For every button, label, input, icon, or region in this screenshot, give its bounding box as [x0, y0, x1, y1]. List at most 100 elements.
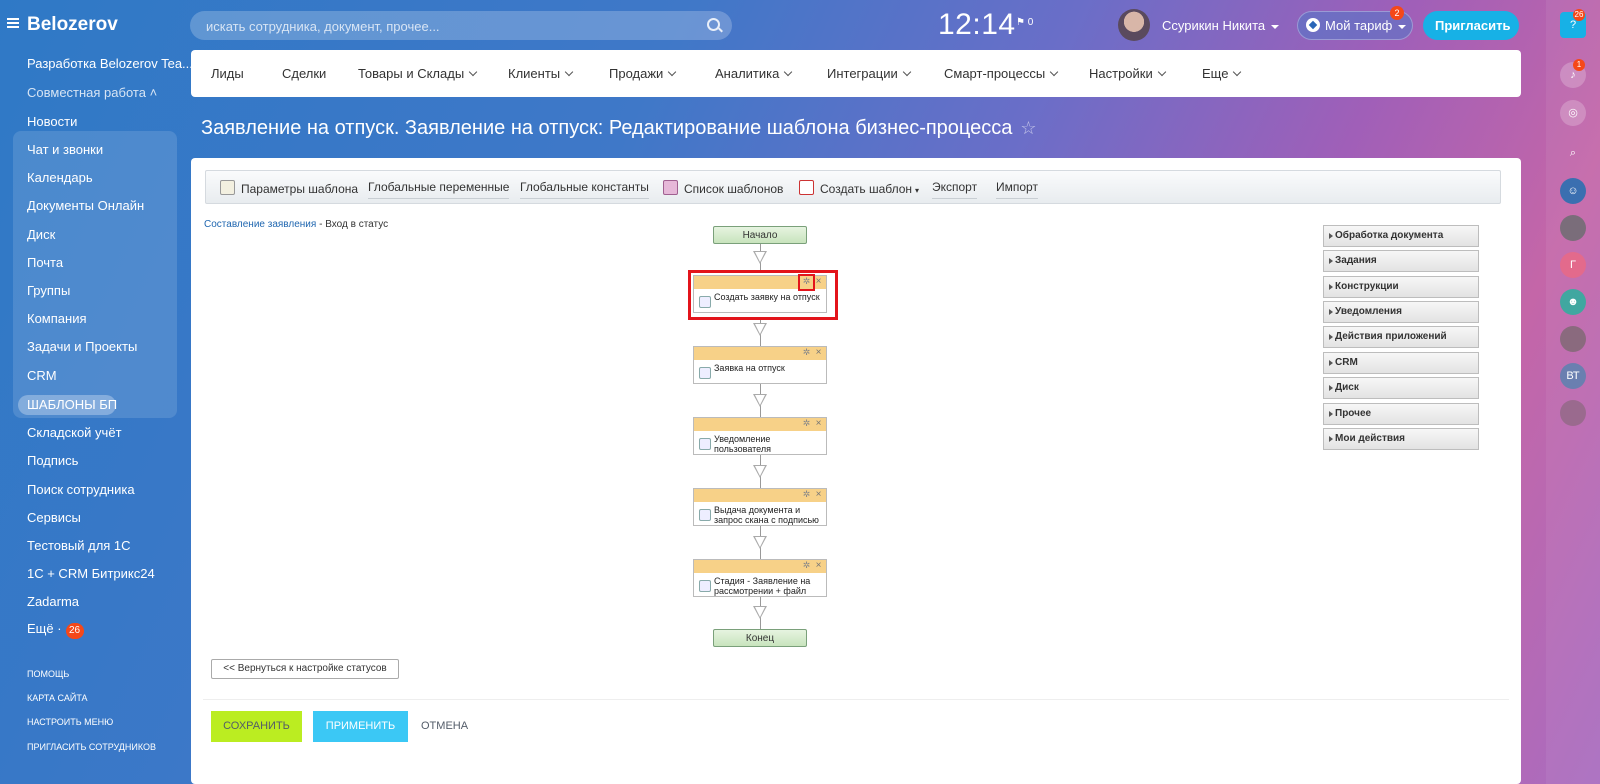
sidebar-sitemap[interactable]: КАРТА САЙТА	[27, 693, 88, 703]
sidebar-item-company[interactable]: Компания	[27, 311, 87, 326]
toolbar-global-consts[interactable]: Глобальные константы	[520, 180, 649, 199]
drop-arrow[interactable]	[753, 394, 767, 407]
sidebar-item-test-1c[interactable]: Тестовый для 1С	[27, 538, 131, 553]
menu-clients[interactable]: Клиенты	[508, 66, 572, 81]
sidebar-item-services[interactable]: Сервисы	[27, 510, 81, 525]
menu-more[interactable]: Еще	[1202, 66, 1240, 81]
menu-sales[interactable]: Продажи	[609, 66, 675, 81]
activity-document-issue[interactable]: ✲ × Выдача документа и запрос скана с под…	[693, 488, 827, 526]
apply-button[interactable]: ПРИМЕНИТЬ	[313, 711, 408, 742]
menu-products[interactable]: Товары и Склады	[358, 66, 476, 81]
bell-icon[interactable]: ♪ 1	[1560, 59, 1586, 88]
sidebar-item-groups[interactable]: Группы	[27, 283, 70, 298]
logo[interactable]: Belozerov	[27, 14, 118, 36]
drop-arrow[interactable]	[753, 536, 767, 549]
back-to-statuses-button[interactable]: << Вернуться к настройке статусов	[211, 659, 399, 679]
toolbar-export[interactable]: Экспорт	[932, 180, 978, 199]
palette-app-actions[interactable]: Действия приложений	[1323, 326, 1479, 348]
palette-document-processing[interactable]: Обработка документа	[1323, 225, 1479, 247]
palette-other[interactable]: Прочее	[1323, 403, 1479, 425]
sidebar-item-signature[interactable]: Подпись	[27, 453, 78, 468]
help-icon[interactable]: ? 26	[1560, 9, 1586, 38]
sidebar-help[interactable]: ПОМОЩЬ	[27, 669, 69, 679]
sidebar-item-chat[interactable]: Чат и звонки	[27, 142, 103, 157]
sidebar-configure-menu[interactable]: НАСТРОИТЬ МЕНЮ	[27, 717, 113, 727]
contact-avatar-2[interactable]	[1560, 326, 1586, 352]
sidebar-item-docs[interactable]: Документы Онлайн	[27, 198, 144, 213]
toolbar-template-params[interactable]: Параметры шаблона	[220, 180, 358, 196]
sidebar-item-1c-crm[interactable]: 1С + CRM Битрикс24	[27, 566, 155, 581]
flow-start[interactable]: Начало	[713, 226, 807, 244]
palette-tasks[interactable]: Задания	[1323, 250, 1479, 272]
sidebar-item-zadarma[interactable]: Zadarma	[27, 594, 79, 609]
menu-analytics[interactable]: Аналитика	[715, 66, 791, 81]
designer-toolbar: Параметры шаблона Глобальные переменные …	[205, 170, 1501, 204]
breadcrumb-link[interactable]: Составление заявления	[204, 219, 316, 230]
close-icon[interactable]: ×	[814, 489, 823, 500]
group-chat-icon[interactable]: ☺	[1560, 178, 1586, 204]
palette-my-actions[interactable]: Мои действия	[1323, 428, 1479, 450]
gear-icon[interactable]: ✲	[802, 490, 811, 499]
drop-arrow[interactable]	[753, 323, 767, 336]
contact-avatar-vt[interactable]: ВТ	[1560, 363, 1586, 389]
activity-vacation-request[interactable]: ✲ × Заявка на отпуск	[693, 346, 827, 384]
toolbar-import[interactable]: Импорт	[996, 180, 1038, 199]
menu-icon[interactable]	[7, 18, 19, 28]
flag-counter[interactable]: ⚑ 0	[1016, 17, 1033, 28]
search-icon[interactable]: ⌕	[1560, 140, 1586, 166]
menu-smart-processes[interactable]: Смарт-процессы	[944, 66, 1057, 81]
close-icon[interactable]: ×	[814, 418, 823, 429]
star-icon[interactable]: ☆	[1020, 118, 1036, 139]
close-icon[interactable]: ×	[814, 560, 823, 571]
menu-integrations[interactable]: Интеграции	[827, 66, 910, 81]
palette-notifications[interactable]: Уведомления	[1323, 301, 1479, 323]
menu-settings[interactable]: Настройки	[1089, 66, 1165, 81]
contact-avatar-3[interactable]	[1560, 400, 1586, 426]
palette-disk[interactable]: Диск	[1323, 377, 1479, 399]
sidebar-invite-employees[interactable]: ПРИГЛАСИТЬ СОТРУДНИКОВ	[27, 742, 156, 752]
activity-user-notification[interactable]: ✲ × Уведомление пользователя	[693, 417, 827, 455]
sidebar-item-crm[interactable]: CRM	[27, 368, 57, 383]
contact-group-icon[interactable]: ☻	[1560, 289, 1586, 315]
sidebar-item-more[interactable]: Ещё · 26	[27, 621, 84, 639]
activity-stage[interactable]: ✲ × Стадия - Заявление на рассмотрении + …	[693, 559, 827, 597]
search-icon[interactable]	[707, 18, 720, 31]
sidebar-item-warehouse[interactable]: Складской учёт	[27, 425, 122, 440]
cancel-button[interactable]: ОТМЕНА	[421, 720, 468, 732]
drop-arrow[interactable]	[753, 251, 767, 264]
toolbar-create-template[interactable]: Создать шаблон ▾	[799, 180, 919, 196]
contact-avatar-g[interactable]: Г	[1560, 252, 1586, 278]
gear-icon[interactable]: ✲	[802, 561, 811, 570]
palette-constructions[interactable]: Конструкции	[1323, 276, 1479, 298]
gear-icon[interactable]: ✲	[802, 348, 811, 357]
drop-arrow[interactable]	[753, 606, 767, 619]
gear-icon[interactable]: ✲	[802, 419, 811, 428]
toolbar-global-vars[interactable]: Глобальные переменные	[368, 180, 510, 199]
tariff-button[interactable]: Мой тариф 2	[1297, 6, 1413, 40]
sidebar-item-news[interactable]: Новости	[27, 114, 77, 129]
user-name[interactable]: Ссурикин Никита	[1162, 18, 1279, 33]
toolbar-template-list[interactable]: Список шаблонов	[663, 180, 783, 196]
sidebar-item-calendar[interactable]: Календарь	[27, 170, 93, 185]
sidebar-item-mail[interactable]: Почта	[27, 255, 63, 270]
invite-button[interactable]: Пригласить	[1423, 11, 1519, 40]
contact-avatar-1[interactable]	[1560, 215, 1586, 241]
sidebar-item-disk[interactable]: Диск	[27, 227, 55, 242]
sidebar-item-employee-search[interactable]: Поиск сотрудника	[27, 482, 135, 497]
clock[interactable]: 12:14	[938, 8, 1016, 42]
close-icon[interactable]: ×	[814, 347, 823, 358]
user-avatar[interactable]	[1118, 9, 1150, 41]
sidebar-item-bp-templates[interactable]: ШАБЛОНЫ БП	[27, 397, 117, 412]
menu-deals[interactable]: Сделки	[282, 66, 326, 81]
save-button[interactable]: СОХРАНИТЬ	[211, 711, 302, 742]
activity-label: Уведомление пользователя	[714, 434, 771, 454]
chat-icon[interactable]: ◎	[1560, 100, 1586, 126]
drop-arrow[interactable]	[753, 465, 767, 478]
portal-name[interactable]: Разработка Belozerov Tea...	[27, 56, 193, 71]
sidebar-item-tasks[interactable]: Задачи и Проекты	[27, 339, 137, 354]
group-toggle[interactable]: Совместная работа ˄	[27, 85, 157, 100]
palette-crm[interactable]: CRM	[1323, 352, 1479, 374]
menu-leads[interactable]: Лиды	[211, 66, 244, 81]
search-input[interactable]	[204, 11, 688, 42]
flow-end[interactable]: Конец	[713, 629, 807, 647]
